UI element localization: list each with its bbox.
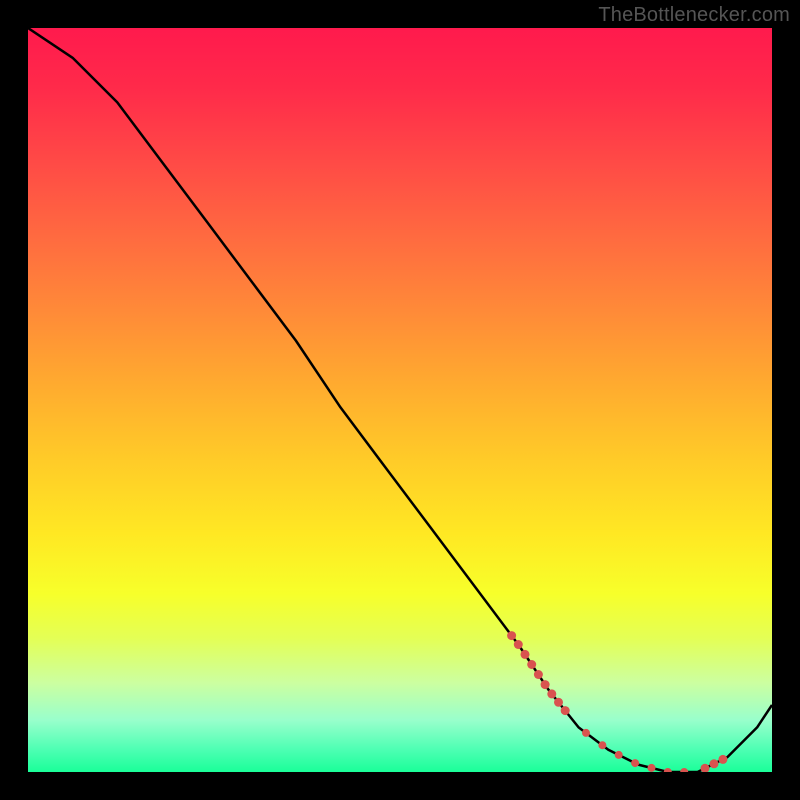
curve-marker (561, 706, 570, 715)
curve-marker (521, 650, 530, 659)
watermark-text: TheBottlenecker.com (598, 4, 790, 27)
bottleneck-curve (28, 28, 772, 772)
curve-marker (710, 759, 719, 768)
curve-marker (664, 768, 672, 772)
chart-container: TheBottlenecker.com (0, 0, 800, 800)
curve-marker (582, 729, 590, 737)
curve-marker (718, 755, 727, 764)
curve-svg (28, 28, 772, 772)
curve-marker (547, 689, 556, 698)
curve-marker (615, 751, 623, 759)
curve-marker (598, 741, 606, 749)
curve-marker (527, 660, 536, 669)
curve-marker (534, 670, 543, 679)
curve-marker (507, 631, 516, 640)
curve-marker (631, 759, 639, 767)
curve-marker (701, 764, 710, 772)
curve-marker (541, 680, 550, 689)
plot-area (28, 28, 772, 772)
curve-marker (648, 764, 656, 772)
curve-marker (680, 768, 688, 772)
curve-marker (514, 640, 523, 649)
curve-marker (554, 698, 563, 707)
